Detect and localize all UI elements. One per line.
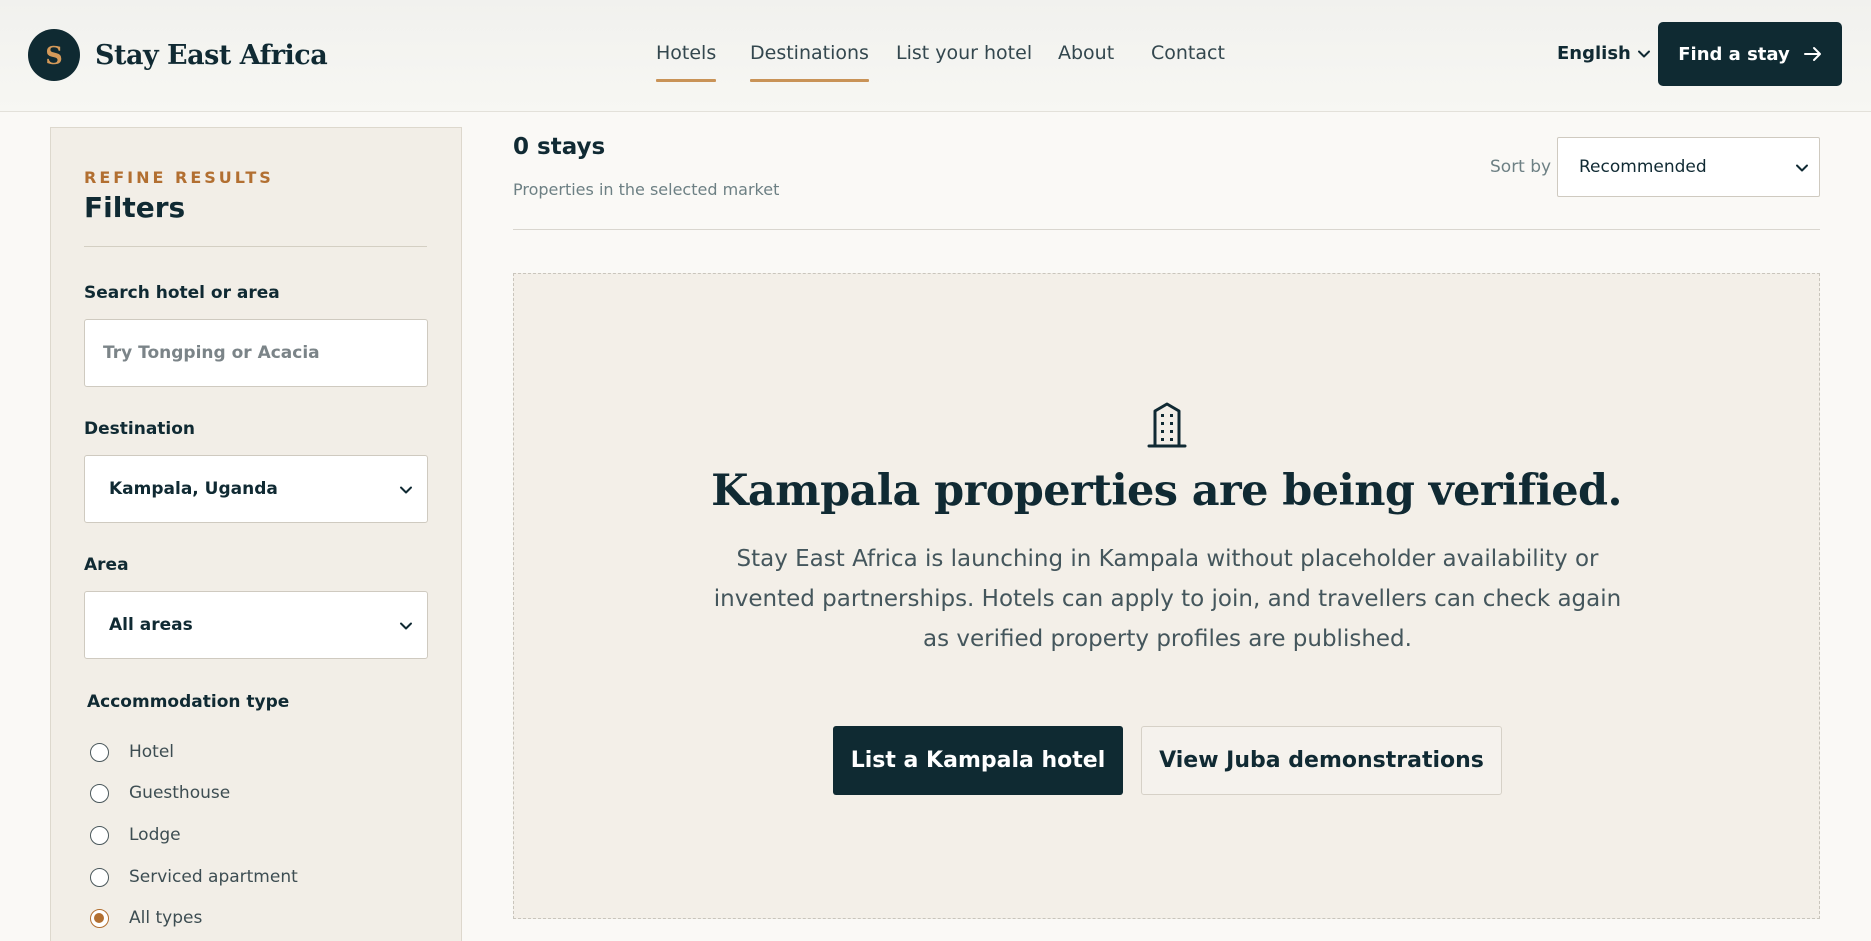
radio-option-serviced-apartment[interactable]: Serviced apartment (90, 865, 298, 889)
language-selector[interactable]: English (1557, 43, 1651, 64)
radio-button[interactable] (90, 867, 109, 887)
radio-button[interactable] (90, 742, 109, 762)
nav-destinations[interactable]: Destinations (750, 42, 869, 84)
find-a-stay-button[interactable]: Find a stay (1658, 22, 1842, 86)
filters-eyebrow: REFINE RESULTS (84, 168, 274, 187)
sort-value: Recommended (1579, 157, 1707, 177)
chevron-down-icon (400, 486, 412, 494)
radio-button[interactable] (90, 825, 109, 845)
results-divider (513, 229, 1820, 230)
chevron-down-icon (1637, 50, 1650, 57)
find-a-stay-label: Find a stay (1678, 43, 1790, 65)
empty-state-title: Kampala properties are being verified. (711, 466, 1622, 516)
filters-sidebar: REFINE RESULTS Filters Search hotel or a… (50, 127, 462, 941)
radio-label: Guesthouse (129, 783, 231, 803)
sort-label: Sort by (1490, 157, 1552, 177)
radio-label: Lodge (129, 825, 181, 845)
area-select[interactable]: All areas (84, 591, 428, 659)
view-juba-demonstrations-button[interactable]: View Juba demonstrations (1141, 726, 1502, 795)
radio-option-guesthouse[interactable]: Guesthouse (90, 781, 230, 805)
radio-option-hotel[interactable]: Hotel (90, 740, 174, 764)
search-input[interactable] (84, 319, 428, 387)
accommodation-type-label: Accommodation type (87, 692, 290, 712)
nav-hotels[interactable]: Hotels (656, 42, 717, 84)
sort-select[interactable]: Recommended (1557, 137, 1820, 197)
empty-state-panel: Kampala properties are being verified. S… (513, 273, 1820, 919)
destination-label: Destination (84, 419, 196, 439)
destination-value: Kampala, Uganda (109, 479, 278, 499)
chevron-down-icon (1796, 164, 1808, 172)
results-subtitle: Properties in the selected market (513, 180, 780, 199)
radio-label: Hotel (129, 742, 175, 762)
brand-mark: S (28, 29, 80, 81)
filters-divider (84, 246, 427, 247)
area-label: Area (84, 555, 129, 575)
radio-button-checked[interactable] (90, 908, 109, 928)
radio-label: Serviced apartment (129, 867, 298, 887)
search-label: Search hotel or area (84, 283, 280, 303)
results-count: 0 stays (513, 134, 606, 160)
brand-logo[interactable]: S Stay East Africa (28, 29, 328, 81)
filters-title: Filters (84, 191, 186, 224)
radio-option-lodge[interactable]: Lodge (90, 823, 181, 847)
site-header: S Stay East Africa Hotels Destinations L… (0, 0, 1871, 112)
empty-state-body: Stay East Africa is launching in Kampala… (713, 546, 1622, 652)
radio-option-all-types[interactable]: All types (90, 906, 202, 930)
radio-button[interactable] (90, 783, 109, 803)
nav-about[interactable]: About (1058, 42, 1114, 84)
list-kampala-hotel-button[interactable]: List a Kampala hotel (833, 726, 1123, 795)
arrow-right-icon (1803, 47, 1821, 61)
chevron-down-icon (400, 622, 412, 630)
destination-select[interactable]: Kampala, Uganda (84, 455, 428, 523)
language-label: English (1557, 43, 1631, 64)
radio-label: All types (129, 908, 203, 928)
building-icon (1147, 402, 1187, 448)
area-value: All areas (109, 615, 193, 635)
nav-list-your-hotel[interactable]: List your hotel (896, 42, 1032, 84)
brand-name: Stay East Africa (95, 39, 328, 71)
nav-contact[interactable]: Contact (1151, 42, 1225, 84)
